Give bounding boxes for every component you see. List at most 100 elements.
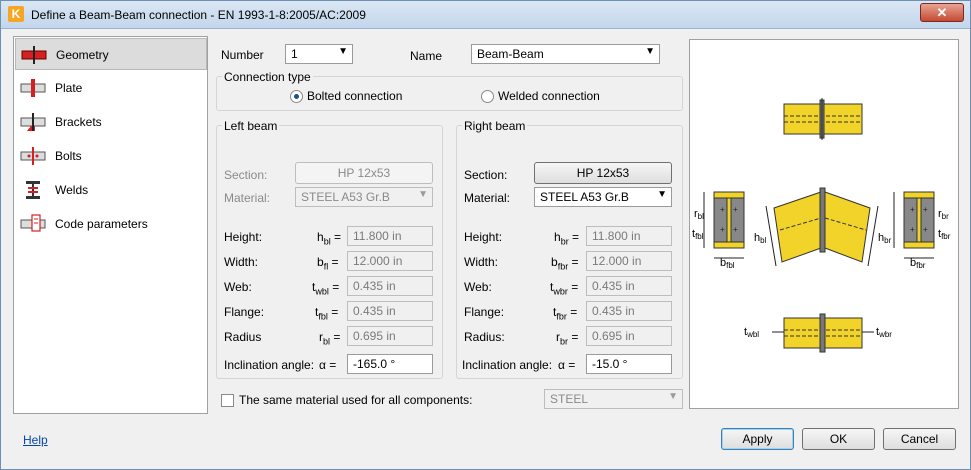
right-inclination-symbol: α = (558, 358, 576, 372)
geometry-icon (21, 46, 47, 64)
chevron-down-icon: ▼ (418, 189, 428, 200)
same-material-checkbox[interactable] (221, 394, 234, 407)
close-button[interactable]: ✕ (920, 3, 964, 22)
name-select[interactable]: Beam-Beam ▼ (471, 44, 660, 64)
svg-text:+: + (720, 205, 725, 214)
label-bfbr: bfbr (910, 257, 926, 270)
left-row-symbol: hbl = (317, 230, 342, 247)
label-tfbr: tfbr (938, 228, 951, 241)
chevron-down-icon: ▼ (668, 391, 678, 402)
right-row-symbol: hbr = (554, 230, 580, 247)
sidebar-item-label: Bolts (55, 149, 82, 163)
svg-text:+: + (923, 225, 928, 234)
connection-preview: + + + + rbl tfbl bfbl hbl hbr + + + + rb… (689, 39, 959, 409)
bolts-icon (20, 147, 46, 165)
connection-type-group: Connection type (216, 70, 683, 111)
sidebar-item-code-parameters[interactable]: Code parameters (15, 208, 207, 240)
number-select[interactable]: 1 ▼ (285, 44, 353, 64)
plate-icon (20, 79, 46, 97)
right-section-view: + + + + (893, 191, 935, 259)
label-hbr: hbr (878, 232, 892, 245)
right-width-field: 12.000 in (586, 251, 672, 271)
apply-button[interactable]: Apply (721, 428, 794, 450)
right-inclination-input[interactable]: -15.0 ° (586, 354, 672, 374)
number-label: Number (221, 48, 264, 62)
number-value: 1 (291, 47, 298, 61)
same-material-select[interactable]: STEEL ▼ (544, 389, 683, 409)
label-twbl: twbl (744, 326, 759, 339)
right-section-button[interactable]: HP 12x53 (534, 162, 672, 184)
right-row-label: Height: (464, 230, 503, 244)
label-rbl: rbl (694, 208, 704, 221)
svg-text:+: + (720, 225, 725, 234)
left-row-label: Height: (224, 230, 263, 244)
left-web-field: 0.435 in (347, 276, 433, 296)
welded-label[interactable]: Welded connection (498, 89, 600, 103)
right-material-label: Material: (464, 191, 511, 205)
left-section-label: Section: (224, 168, 268, 182)
title-bar: K Define a Beam-Beam connection - EN 199… (1, 1, 970, 29)
left-row-label: Width: (224, 255, 259, 269)
connection-diagram: + + + + rbl tfbl bfbl hbl hbr + + + + rb… (692, 98, 951, 353)
help-link[interactable]: Help (23, 433, 48, 447)
welds-icon (26, 181, 40, 199)
left-inclination-input[interactable]: -165.0 ° (347, 354, 433, 374)
dialog-window: K Define a Beam-Beam connection - EN 199… (0, 0, 971, 470)
left-inclination-symbol: α = (319, 358, 337, 372)
right-material-value: STEEL A53 Gr.B (540, 190, 629, 204)
top-view-beam (783, 98, 863, 140)
right-flange-field: 0.435 in (586, 301, 672, 321)
sidebar-item-plate[interactable]: Plate (15, 72, 207, 104)
right-radius-field: 0.695 in (586, 326, 672, 346)
sidebar-item-brackets[interactable]: Brackets (15, 106, 207, 138)
left-row-symbol: bfl = (317, 255, 339, 272)
sidebar-item-welds[interactable]: Welds (15, 174, 207, 206)
right-material-select[interactable]: STEEL A53 Gr.B ▼ (534, 187, 672, 207)
right-row-symbol: twbr = (550, 280, 579, 297)
left-section-button[interactable]: HP 12x53 (295, 162, 433, 184)
left-height-field: 11.800 in (347, 226, 433, 246)
left-row-symbol: twbl = (312, 280, 340, 297)
cancel-button[interactable]: Cancel (883, 428, 956, 450)
right-inclination-label: Inclination angle: (462, 358, 553, 372)
sidebar: Geometry Plate Brackets Bolts Welds Code… (13, 36, 208, 414)
left-row-symbol: tfbl = (315, 305, 339, 322)
sidebar-item-geometry[interactable]: Geometry (15, 38, 207, 70)
left-row-symbol: rbl = (319, 330, 341, 347)
svg-text:+: + (733, 225, 738, 234)
left-inclination-label: Inclination angle: (224, 358, 315, 372)
bolted-radio[interactable] (290, 90, 303, 103)
chevron-down-icon: ▼ (645, 46, 655, 57)
name-value: Beam-Beam (477, 47, 544, 61)
svg-text:+: + (923, 205, 928, 214)
left-flange-field: 0.435 in (347, 301, 433, 321)
welded-radio[interactable] (481, 90, 494, 103)
right-row-symbol: tfbr = (553, 305, 578, 322)
right-web-field: 0.435 in (586, 276, 672, 296)
label-twbr: twbr (876, 326, 892, 339)
left-row-label: Web: (224, 280, 252, 294)
svg-text:+: + (910, 225, 915, 234)
sidebar-item-label: Geometry (56, 48, 109, 62)
sidebar-item-bolts[interactable]: Bolts (15, 140, 207, 172)
sidebar-item-label: Code parameters (55, 217, 148, 231)
svg-text:+: + (733, 205, 738, 214)
left-section-view: + + + + (703, 191, 745, 259)
right-section-label: Section: (464, 168, 508, 182)
code-parameters-icon (20, 214, 46, 232)
brackets-icon (20, 113, 46, 131)
label-hbl: hbl (754, 232, 767, 245)
left-material-value: STEEL A53 Gr.B (301, 190, 390, 204)
ok-button[interactable]: OK (802, 428, 875, 450)
bolted-label[interactable]: Bolted connection (307, 89, 402, 103)
left-material-select[interactable]: STEEL A53 Gr.B ▼ (295, 187, 433, 207)
left-row-label: Flange: (224, 305, 265, 319)
right-row-symbol: rbr = (556, 330, 579, 347)
sidebar-item-label: Welds (55, 183, 89, 197)
label-rbr: rbr (938, 208, 949, 221)
bottom-view-beam (772, 313, 874, 353)
left-beam-title: Left beam (222, 119, 280, 133)
window-title: Define a Beam-Beam connection - EN 1993-… (31, 8, 366, 22)
sidebar-item-label: Brackets (55, 115, 102, 129)
right-row-label: Web: (464, 280, 492, 294)
